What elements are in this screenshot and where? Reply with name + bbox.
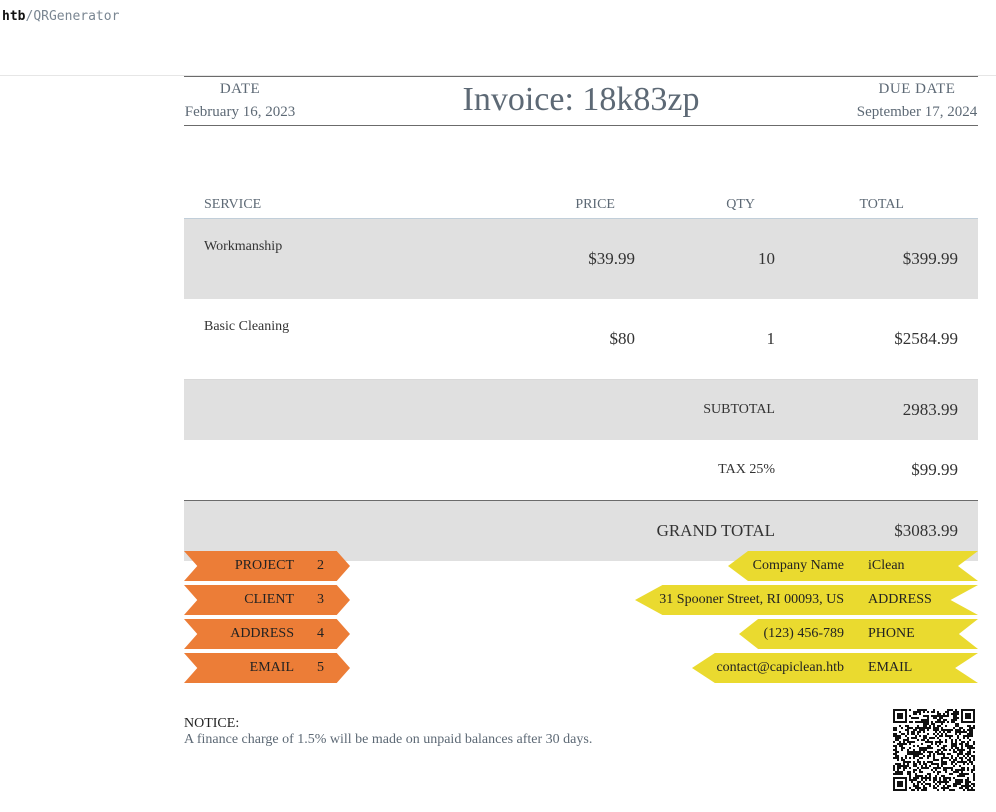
grand-spacer	[514, 500, 655, 561]
client-label: CLIENT	[244, 592, 294, 607]
company-address-ribbon: 31 Spooner Street, RI 00093, US ADDRESS	[635, 585, 978, 615]
table-row: Basic Cleaning $80 1 $2584.99	[184, 299, 978, 380]
email-value: 5	[317, 660, 324, 675]
subtotal-value: 2983.99	[785, 379, 978, 440]
breadcrumb-page[interactable]: QRGenerator	[33, 9, 119, 24]
company-phone-label: PHONE	[868, 626, 915, 641]
table-row: Workmanship $39.99 10 $399.99	[184, 218, 978, 299]
tax-value: $99.99	[911, 460, 958, 479]
tax-spacer	[514, 440, 655, 501]
subtotal-row: SUBTOTAL 2983.99	[184, 379, 978, 440]
row-total: $399.99	[785, 218, 978, 299]
email-ribbon: EMAIL 5	[184, 653, 350, 683]
company-address-value: 31 Spooner Street, RI 00093, US	[659, 592, 844, 607]
breadcrumb: htb/QRGenerator	[2, 9, 119, 24]
breadcrumb-root[interactable]: htb	[2, 9, 25, 24]
notice-title: NOTICE:	[184, 716, 240, 731]
project-ribbon: PROJECT 2	[184, 551, 350, 581]
invoice-items-table: SERVICE PRICE QTY TOTAL Workmanship $39.…	[184, 192, 978, 561]
due-date-label: DUE DATE	[878, 81, 956, 97]
row-qty: 1	[766, 329, 776, 348]
due-date-block: DUE DATE September 17, 2024	[856, 81, 978, 121]
client-ribbon: CLIENT 3	[184, 585, 350, 615]
project-value: 2	[317, 558, 324, 573]
tax-label: TAX 25%	[718, 462, 775, 477]
email-label: EMAIL	[249, 660, 294, 675]
company-phone-value: (123) 456-789	[763, 626, 845, 641]
row-total: $2584.99	[894, 329, 958, 348]
address-label: ADDRESS	[230, 626, 294, 641]
client-value: 3	[317, 592, 324, 607]
row-qty: 10	[655, 218, 785, 299]
header-price: PRICE	[514, 192, 655, 219]
qr-code-icon	[893, 709, 975, 791]
company-address-label: ADDRESS	[868, 592, 932, 607]
subtotal-label: SUBTOTAL	[655, 379, 785, 440]
header-qty: QTY	[655, 192, 785, 219]
row-service: Basic Cleaning	[204, 319, 290, 334]
company-phone-ribbon: (123) 456-789 PHONE	[739, 619, 978, 649]
tax-row: TAX 25% $99.99	[184, 440, 978, 501]
row-service: Workmanship	[184, 218, 514, 299]
subtotal-spacer	[514, 379, 655, 440]
subtotal-spacer	[184, 379, 514, 440]
due-date-value: September 17, 2024	[856, 104, 978, 120]
company-name-label: Company Name	[752, 558, 844, 573]
header-service: SERVICE	[184, 192, 514, 219]
header-total: TOTAL	[785, 192, 978, 219]
row-price: $80	[609, 329, 636, 348]
company-ribbon: Company Name iClean	[728, 551, 978, 581]
address-ribbon: ADDRESS 4	[184, 619, 350, 649]
company-name-value: iClean	[868, 558, 905, 573]
address-value: 4	[317, 626, 324, 641]
notice-block: NOTICE: A finance charge of 1.5% will be…	[184, 716, 592, 748]
row-price: $39.99	[514, 218, 655, 299]
company-email-value: contact@capiclean.htb	[716, 660, 844, 675]
invoice-header: DATE February 16, 2023 Invoice: 18k83zp …	[184, 76, 978, 126]
table-header-row: SERVICE PRICE QTY TOTAL	[184, 192, 978, 219]
tax-spacer	[184, 440, 514, 501]
notice-text: A finance charge of 1.5% will be made on…	[184, 732, 593, 747]
project-label: PROJECT	[234, 558, 294, 573]
company-email-ribbon: contact@capiclean.htb EMAIL	[692, 653, 978, 683]
company-email-label: EMAIL	[868, 660, 913, 675]
